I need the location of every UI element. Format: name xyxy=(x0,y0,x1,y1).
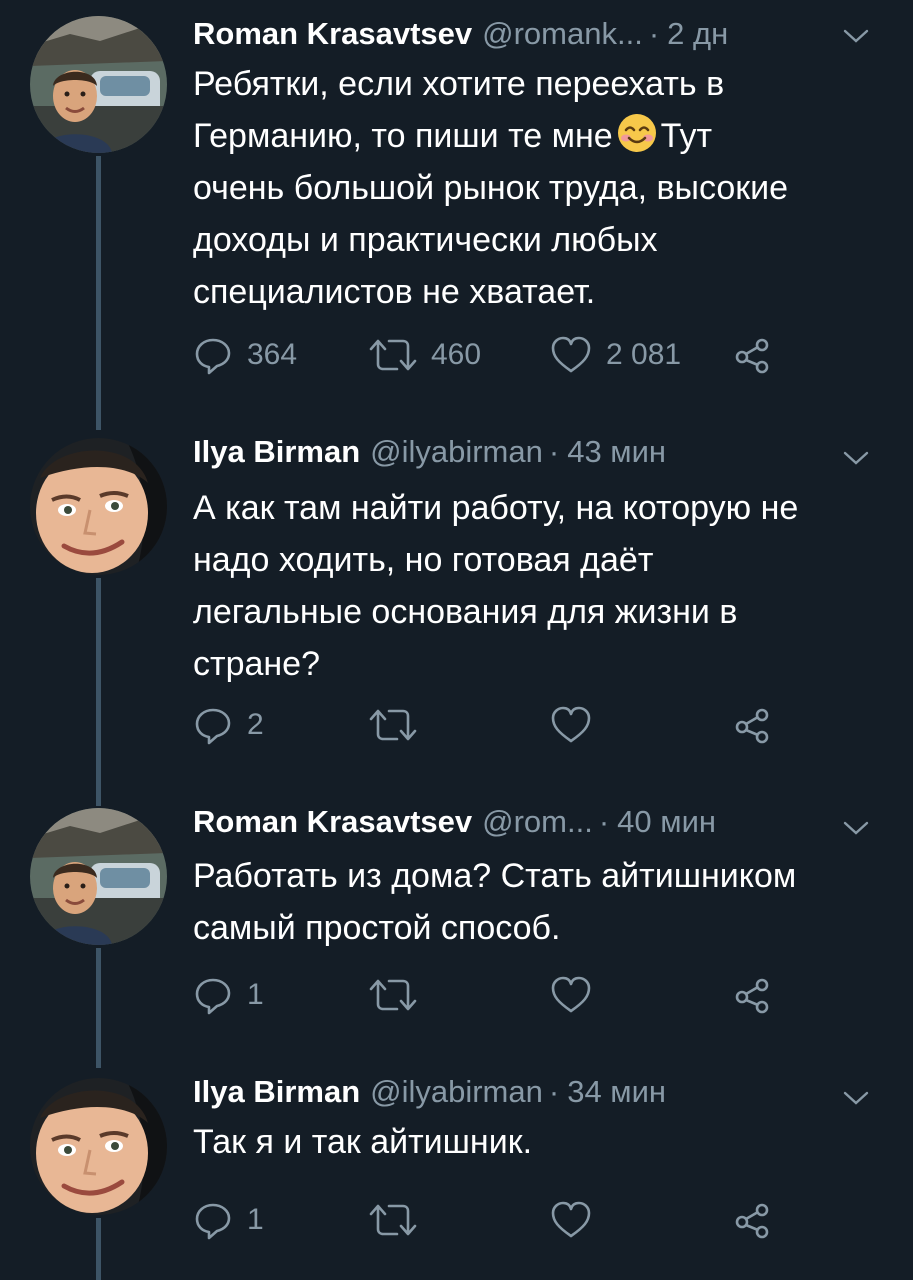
author-name[interactable]: Roman Krasavtsev xyxy=(193,16,472,52)
roman-avatar-icon xyxy=(30,16,167,153)
reply-button[interactable]: 364 xyxy=(193,330,297,380)
tweet-text-line: Германию, то пиши те мне Тут xyxy=(193,110,893,162)
tweet-text-line: Работать из дома? Стать айтишником xyxy=(193,857,797,895)
like-button[interactable] xyxy=(550,1195,592,1245)
separator-dot: · xyxy=(548,434,560,469)
tweet-header: Ilya Birman @ilyabirman · 43 мин xyxy=(193,434,666,474)
like-button[interactable] xyxy=(550,700,592,750)
reply-icon xyxy=(193,1200,233,1240)
tweet-text: А как там найти работу, на которую не на… xyxy=(193,482,893,690)
avatar[interactable] xyxy=(30,808,167,945)
tweet-text-line: специалистов не хватает. xyxy=(193,273,596,311)
tweet-text-line: стране? xyxy=(193,645,320,683)
tweet-text-line: легальные основания для жизни в xyxy=(193,593,738,631)
reply-button[interactable]: 1 xyxy=(193,1195,264,1245)
tweet-actions: 1 xyxy=(193,970,813,1020)
heart-icon xyxy=(550,1200,592,1240)
retweet-button[interactable] xyxy=(369,1195,417,1245)
author-handle[interactable]: @ilyabirman xyxy=(370,434,543,470)
heart-icon xyxy=(550,335,592,375)
tweet-actions: 364 460 2 081 xyxy=(193,330,813,380)
reply-icon xyxy=(193,335,233,375)
timestamp[interactable]: 40 мин xyxy=(617,804,716,840)
author-handle[interactable]: @romank... xyxy=(482,16,643,52)
chevron-down-icon[interactable] xyxy=(843,820,869,836)
author-name[interactable]: Ilya Birman xyxy=(193,434,360,470)
separator-dot: · xyxy=(548,1074,560,1109)
roman-avatar-icon xyxy=(30,808,167,945)
reply-count: 1 xyxy=(247,1203,264,1236)
author-handle[interactable]: @rom... xyxy=(482,804,593,840)
reply-icon xyxy=(193,705,233,745)
heart-icon xyxy=(550,975,592,1015)
thread-connector xyxy=(96,1218,101,1280)
retweet-icon xyxy=(369,975,417,1015)
chevron-down-icon[interactable] xyxy=(843,450,869,466)
tweet-header: Ilya Birman @ilyabirman · 34 мин xyxy=(193,1074,666,1114)
chevron-down-icon[interactable] xyxy=(843,1090,869,1106)
tweet-text-line: самый простой способ. xyxy=(193,909,561,947)
reply-count: 1 xyxy=(247,978,264,1011)
chevron-down-icon[interactable] xyxy=(843,28,869,44)
share-button[interactable] xyxy=(733,1195,773,1245)
share-icon xyxy=(733,1200,773,1240)
tweet-text-line: надо ходить, но готовая даёт xyxy=(193,541,654,579)
tweet-text-line: Так я и так айтишник. xyxy=(193,1123,533,1161)
retweet-button[interactable] xyxy=(369,970,417,1020)
retweet-icon xyxy=(369,705,417,745)
tweet-header: Roman Krasavtsev @rom... · 40 мин xyxy=(193,804,716,844)
like-button[interactable]: 2 081 xyxy=(550,330,681,380)
retweet-button[interactable] xyxy=(369,700,417,750)
thread-connector xyxy=(96,578,101,806)
share-icon xyxy=(733,335,773,375)
reply-button[interactable]: 1 xyxy=(193,970,264,1020)
timestamp[interactable]: 43 мин xyxy=(567,434,666,470)
thread-connector xyxy=(96,948,101,1068)
retweet-button[interactable]: 460 xyxy=(369,330,481,380)
avatar[interactable] xyxy=(30,438,167,575)
thread-connector xyxy=(96,156,101,430)
tweet-text-line: доходы и практически любых xyxy=(193,221,658,259)
retweet-icon xyxy=(369,1200,417,1240)
separator-dot: · xyxy=(598,804,610,839)
tweet-text: Так я и так айтишник. xyxy=(193,1116,893,1168)
retweet-icon xyxy=(369,335,417,375)
tweet-text-fragment: Германию, то пиши те мне xyxy=(193,117,613,155)
author-handle[interactable]: @ilyabirman xyxy=(370,1074,543,1110)
tweet-header: Roman Krasavtsev @romank... · 2 дн xyxy=(193,16,728,56)
reply-button[interactable]: 2 xyxy=(193,700,264,750)
timestamp[interactable]: 2 дн xyxy=(667,16,728,52)
tweet-actions: 2 xyxy=(193,700,813,750)
reply-icon xyxy=(193,975,233,1015)
ilya-avatar-icon xyxy=(30,1078,167,1215)
retweet-count: 460 xyxy=(431,338,482,371)
tweet-text-fragment: Тут xyxy=(660,117,713,155)
tweet-text-line: А как там найти работу, на которую не xyxy=(193,489,799,527)
share-icon xyxy=(733,705,773,745)
timestamp[interactable]: 34 мин xyxy=(567,1074,666,1110)
share-button[interactable] xyxy=(733,970,773,1020)
share-button[interactable] xyxy=(733,330,773,380)
like-button[interactable] xyxy=(550,970,592,1020)
reply-count: 2 xyxy=(247,708,264,741)
tweet-text-line: очень большой рынок труда, высокие xyxy=(193,169,789,207)
tweet-text: Работать из дома? Стать айтишником самый… xyxy=(193,850,893,954)
share-button[interactable] xyxy=(733,700,773,750)
avatar[interactable] xyxy=(30,1078,167,1215)
tweet-actions: 1 xyxy=(193,1195,813,1245)
author-name[interactable]: Roman Krasavtsev xyxy=(193,804,472,840)
separator-dot: · xyxy=(648,16,660,51)
author-name[interactable]: Ilya Birman xyxy=(193,1074,360,1110)
smiling-face-emoji-icon xyxy=(617,113,657,153)
reply-count: 364 xyxy=(247,338,298,371)
share-icon xyxy=(733,975,773,1015)
ilya-avatar-icon xyxy=(30,438,167,575)
conversation-thread: Roman Krasavtsev @romank... · 2 дн Ребят… xyxy=(0,0,913,1280)
tweet-text: Ребятки, если хотите переехать в Германи… xyxy=(193,58,893,318)
like-count: 2 081 xyxy=(606,338,682,371)
heart-icon xyxy=(550,705,592,745)
tweet-text-line: Ребятки, если хотите переехать в xyxy=(193,65,725,103)
avatar[interactable] xyxy=(30,16,167,153)
